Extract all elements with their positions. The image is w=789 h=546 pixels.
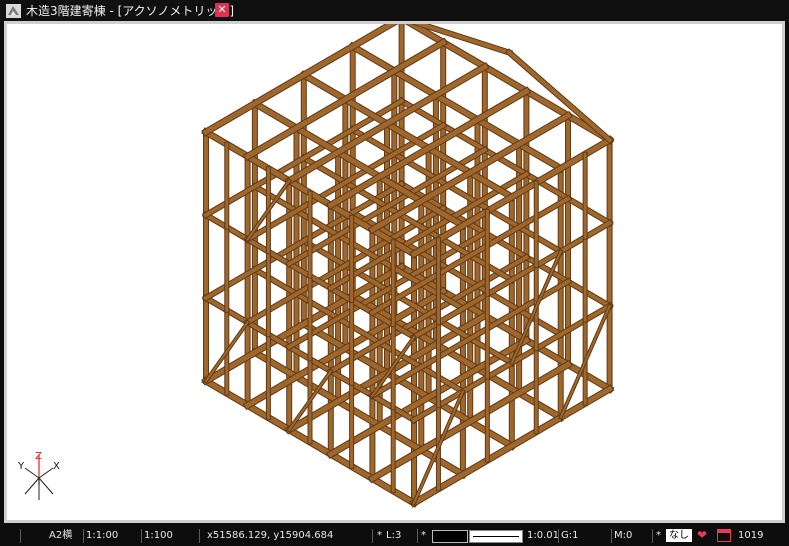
window-title: 木造3階建寄棟 - [アクソノメトリック] — [26, 4, 234, 18]
calendar-icon[interactable] — [717, 529, 731, 542]
axis-x-label: X — [53, 461, 60, 472]
paper-size[interactable]: A2横 — [49, 530, 72, 542]
snap-mode[interactable]: なし — [666, 529, 692, 542]
axis-diag-2 — [38, 477, 54, 495]
status-separator — [652, 529, 653, 543]
status-separator — [199, 529, 200, 543]
axis-y-line — [24, 467, 40, 479]
status-separator — [141, 529, 142, 543]
status-separator — [558, 529, 559, 543]
axis-y-label: Y — [17, 461, 25, 472]
status-separator — [83, 529, 84, 543]
scale-layer[interactable]: 1:1:00 — [86, 530, 118, 542]
drawing-viewport[interactable]: Z Y X — [7, 24, 782, 520]
line-color-swatch[interactable] — [432, 530, 468, 543]
line-scale[interactable]: 1:0.01 — [527, 530, 559, 542]
close-button[interactable]: ✕ — [215, 3, 229, 17]
layer-star: * — [377, 530, 382, 541]
layer-indicator[interactable]: L:3 — [386, 530, 401, 542]
heart-icon[interactable]: ❤ — [697, 529, 707, 542]
group-indicator[interactable]: G:1 — [561, 530, 578, 542]
cursor-coordinates: x51586.129, y15904.684 — [207, 530, 334, 541]
axis-diag-1 — [24, 477, 40, 495]
status-separator — [417, 529, 418, 543]
status-separator — [611, 529, 612, 543]
status-separator — [20, 529, 21, 543]
snap-star: * — [656, 530, 661, 541]
status-bar: A2横 1:1:00 1:100 x51586.129, y15904.684 … — [0, 526, 789, 546]
mode-indicator[interactable]: M:0 — [614, 530, 632, 542]
axis-x-line — [38, 467, 54, 479]
title-bar: 木造3階建寄棟 - [アクソノメトリック] ✕ — [0, 0, 789, 22]
color-star: * — [421, 530, 426, 541]
line-type-swatch[interactable] — [469, 530, 523, 543]
scale[interactable]: 1:100 — [144, 530, 173, 542]
axis-indicator: Z Y X — [17, 451, 60, 500]
object-count: 1019 — [738, 530, 764, 541]
app-icon — [6, 4, 21, 18]
status-separator — [372, 529, 373, 543]
axis-z-label: Z — [35, 451, 42, 462]
